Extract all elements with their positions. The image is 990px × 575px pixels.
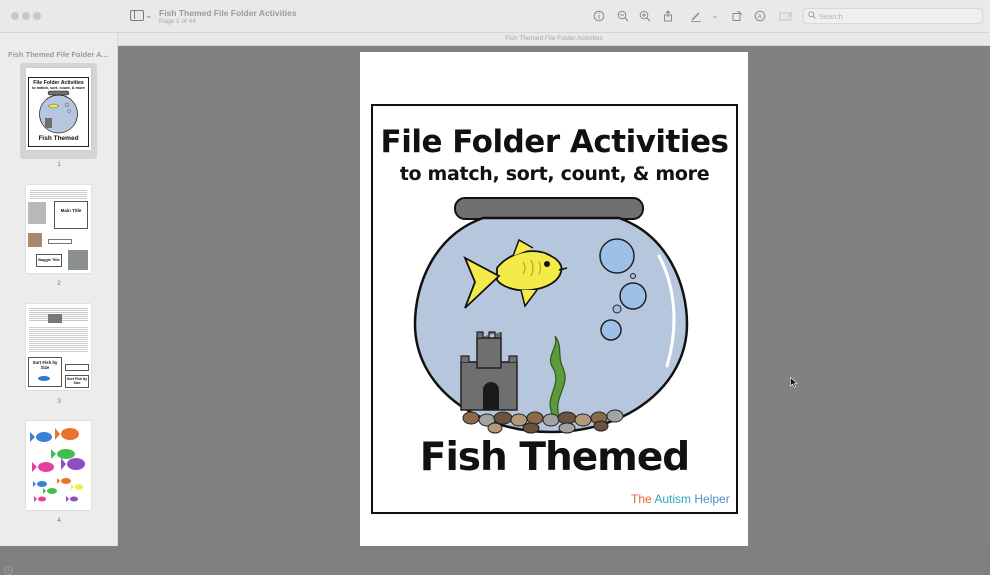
thumb3-label-2: Sort Fish by Size [66, 377, 88, 385]
sidebar-toggle-icon[interactable] [130, 10, 144, 21]
sidebar-title: Fish Themed File Folder A... [8, 50, 108, 59]
fishbowl-illustration [413, 197, 689, 434]
page-title-bar: Fish Themed File Folder Activities [118, 33, 990, 46]
page-count: Page 1 of 44 [159, 18, 196, 25]
page-number-3: 3 [57, 398, 61, 405]
info-icon[interactable] [593, 10, 605, 22]
markup-menu-chevron-icon[interactable]: ⌄ [709, 10, 721, 22]
page-number-4: 4 [57, 517, 61, 524]
page-thumbnail-1[interactable]: File Folder Activities to match, sort, c… [26, 68, 91, 150]
page-thumbnail-4[interactable] [26, 421, 91, 510]
form-fill-icon[interactable] [779, 10, 793, 22]
chevron-down-icon[interactable]: ⌄ [145, 10, 153, 21]
document-canvas[interactable]: File Folder Activities to match, sort, c… [118, 46, 990, 546]
annotate-icon[interactable]: A [754, 10, 766, 22]
page-thumbnail-2[interactable]: Main Title Baggie Title [26, 185, 91, 273]
zoom-out-icon[interactable] [617, 10, 629, 22]
cover-border: File Folder Activities to match, sort, c… [371, 104, 738, 514]
page-number-2: 2 [57, 280, 61, 287]
add-page-icon[interactable]: + [4, 566, 13, 575]
preview-window: ⌄ Fish Themed File Folder Activities Pag… [0, 0, 990, 575]
rotate-icon[interactable] [731, 10, 743, 22]
close-window-button[interactable] [11, 12, 19, 20]
page-number-1: 1 [57, 161, 61, 168]
brand-the: The [631, 492, 655, 506]
brand-helper: Helper [694, 492, 730, 506]
brand-autism: Autism [654, 492, 695, 506]
svg-text:A: A [758, 14, 763, 21]
thumb2-label-baggie: Baggie Title [38, 258, 60, 262]
mouse-pointer-icon [790, 377, 798, 388]
thumb3-label: Sort Fish by Size [32, 360, 58, 370]
zoom-in-icon[interactable] [639, 10, 651, 22]
cover-subtitle: to match, sort, count, & more [399, 163, 710, 185]
search-input[interactable] [819, 10, 979, 23]
cover-footer-title: Fish Themed [419, 435, 690, 480]
thumbnail-sidebar: Fish Themed File Folder A... File Folder… [0, 33, 118, 575]
share-icon[interactable] [662, 10, 674, 22]
thumb4-colored-fish-icon [30, 428, 85, 502]
document-title: Fish Themed File Folder Activities [159, 8, 297, 18]
markup-pen-icon[interactable] [690, 10, 702, 22]
page-bar-label: Fish Themed File Folder Activities [505, 35, 603, 42]
title-bar: ⌄ Fish Themed File Folder Activities Pag… [0, 0, 990, 33]
minimize-window-button[interactable] [22, 12, 30, 20]
cover-title: File Folder Activities [380, 124, 729, 160]
document-page: File Folder Activities to match, sort, c… [360, 52, 748, 546]
page-thumbnail-3[interactable]: Sort Fish by Size Sort Fish by Size [26, 304, 91, 390]
thumb2-label-main: Main Title [60, 208, 82, 213]
zoom-window-button[interactable] [33, 12, 41, 20]
thumb1-fishbowl-icon [39, 90, 78, 134]
search-field[interactable] [803, 8, 983, 24]
search-icon [808, 11, 816, 21]
thumb1-footer: Fish Themed [38, 135, 79, 142]
brand-logo: The Autism Helper [631, 492, 730, 506]
